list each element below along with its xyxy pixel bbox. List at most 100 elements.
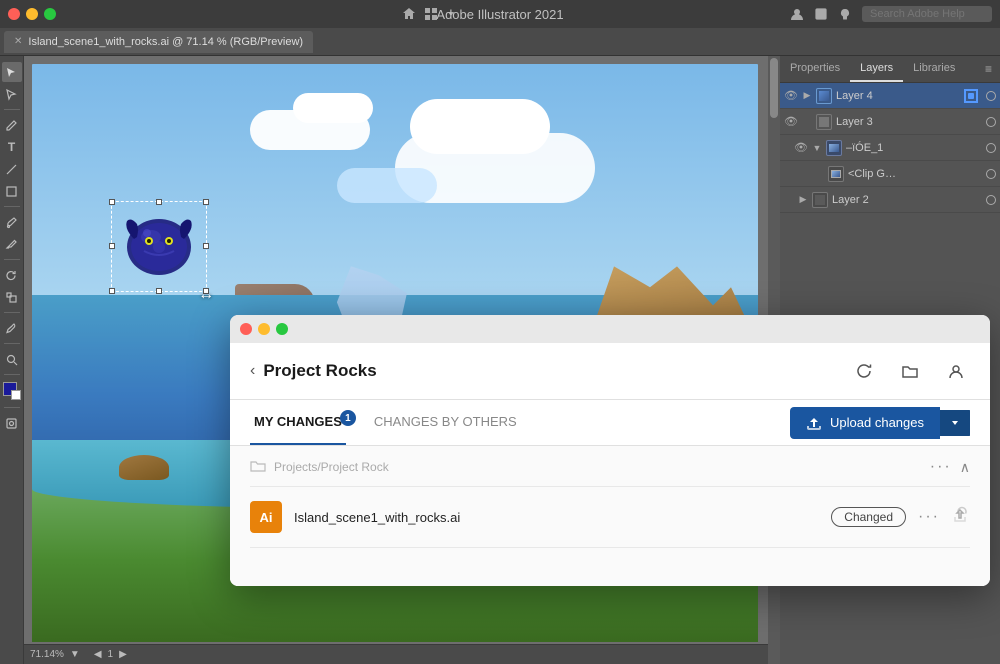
tool-separator-7 bbox=[4, 407, 20, 408]
profile-icon[interactable] bbox=[790, 7, 804, 21]
cp-filelist: Projects/Project Rock ··· ∧ Ai Island_sc… bbox=[230, 446, 990, 586]
sel-handle-bl[interactable] bbox=[109, 288, 115, 294]
cp-tab-badge: 1 bbox=[340, 410, 356, 426]
layer2-arrow[interactable]: ▶ bbox=[798, 194, 808, 205]
cp-back-button[interactable]: ‹ Project Rocks bbox=[250, 361, 377, 381]
layer-row-sub1[interactable]: 👁 ▼ –ïÓЕ_1 bbox=[780, 135, 1000, 161]
page-number: 1 bbox=[108, 649, 114, 660]
close-button[interactable] bbox=[8, 8, 20, 20]
panel-menu-icon[interactable]: ≡ bbox=[977, 56, 1000, 82]
sel-handle-mb[interactable] bbox=[156, 288, 162, 294]
tab-layers[interactable]: Layers bbox=[850, 56, 903, 82]
layer-row-clip[interactable]: <Clip G… bbox=[780, 161, 1000, 187]
sel-handle-mt[interactable] bbox=[156, 199, 162, 205]
direct-selection-tool[interactable] bbox=[2, 84, 22, 104]
layer-row-layer3[interactable]: 👁 Layer 3 bbox=[780, 109, 1000, 135]
layer4-indicator-box bbox=[964, 89, 978, 103]
cp-file-icon-text: Ai bbox=[260, 510, 273, 525]
resize-cursor: ↔ bbox=[198, 286, 214, 304]
cp-file-row[interactable]: Ai Island_scene1_with_rocks.ai Changed ·… bbox=[250, 487, 970, 548]
window-icon[interactable] bbox=[814, 7, 828, 21]
rotate-tool[interactable] bbox=[2, 265, 22, 285]
layer4-eye[interactable]: 👁 bbox=[784, 89, 798, 102]
selection-tool[interactable] bbox=[2, 62, 22, 82]
fill-color[interactable] bbox=[3, 382, 21, 400]
selection-box bbox=[111, 201, 207, 292]
screen-mode[interactable] bbox=[2, 413, 22, 433]
selected-gem-object[interactable]: ↔ bbox=[119, 209, 199, 284]
sub1-thumb bbox=[826, 140, 842, 156]
cp-profile-icon[interactable] bbox=[942, 357, 970, 385]
scrollbar-thumb[interactable] bbox=[770, 58, 778, 118]
layer3-eye[interactable]: 👁 bbox=[784, 115, 798, 128]
traffic-lights bbox=[8, 8, 56, 20]
sel-handle-ml[interactable] bbox=[109, 243, 115, 249]
cp-path-collapse-icon[interactable]: ∧ bbox=[960, 459, 970, 476]
layer2-circle bbox=[986, 195, 996, 205]
sub1-arrow[interactable]: ▼ bbox=[812, 143, 822, 153]
search-input[interactable] bbox=[862, 6, 992, 22]
file-upload-cloud-icon bbox=[950, 505, 970, 525]
sub1-name: –ïÓЕ_1 bbox=[846, 142, 982, 154]
layer2-name: Layer 2 bbox=[832, 194, 982, 206]
line-tool[interactable] bbox=[2, 159, 22, 179]
tool-separator-5 bbox=[4, 343, 20, 344]
cp-header: ‹ Project Rocks bbox=[230, 343, 990, 400]
eyedropper-tool[interactable] bbox=[2, 318, 22, 338]
layer-row-layer2[interactable]: ▶ Layer 2 bbox=[780, 187, 1000, 213]
cp-file-name: Island_scene1_with_rocks.ai bbox=[294, 510, 831, 525]
minimize-button[interactable] bbox=[26, 8, 38, 20]
layer4-arrow[interactable]: ▶ bbox=[802, 90, 812, 101]
document-tab[interactable]: ✕ Island_scene1_with_rocks.ai @ 71.14 % … bbox=[4, 31, 313, 53]
cp-refresh-icon[interactable] bbox=[850, 357, 878, 385]
upload-btn-main[interactable]: Upload changes bbox=[790, 407, 940, 439]
cp-file-upload-icon[interactable] bbox=[950, 505, 970, 530]
zoom-tool[interactable] bbox=[2, 349, 22, 369]
cp-minimize-button[interactable] bbox=[258, 323, 270, 335]
tool-separator-6 bbox=[4, 374, 20, 375]
layer4-name: Layer 4 bbox=[836, 90, 960, 102]
maximize-button[interactable] bbox=[44, 8, 56, 20]
cp-close-button[interactable] bbox=[240, 323, 252, 335]
layer-row-layer4[interactable]: 👁 ▶ Layer 4 bbox=[780, 83, 1000, 109]
cp-folder-icon[interactable] bbox=[896, 357, 924, 385]
tab-bar: ✕ Island_scene1_with_rocks.ai @ 71.14 % … bbox=[0, 28, 1000, 56]
cp-tab-my-changes[interactable]: MY CHANGES 1 bbox=[250, 400, 346, 445]
sel-handle-mr[interactable] bbox=[203, 243, 209, 249]
cp-path-more-button[interactable]: ··· bbox=[930, 458, 952, 476]
upload-btn-dropdown[interactable] bbox=[940, 410, 970, 436]
clip-name: <Clip G… bbox=[848, 168, 982, 180]
lightbulb-icon[interactable] bbox=[838, 7, 852, 21]
sub1-eye[interactable]: 👁 bbox=[794, 141, 808, 154]
upload-btn-label: Upload changes bbox=[830, 415, 924, 430]
sel-handle-tr[interactable] bbox=[203, 199, 209, 205]
scale-tool[interactable] bbox=[2, 287, 22, 307]
cloud-1b bbox=[293, 93, 373, 123]
layer4-thumb bbox=[816, 88, 832, 104]
tab-libraries[interactable]: Libraries bbox=[903, 56, 965, 82]
tab-label: Island_scene1_with_rocks.ai @ 71.14 % (R… bbox=[28, 36, 303, 48]
cloud-2b bbox=[410, 99, 550, 154]
next-page[interactable]: ▶ bbox=[119, 649, 127, 660]
rect-tool[interactable] bbox=[2, 181, 22, 201]
sel-handle-tl[interactable] bbox=[109, 199, 115, 205]
cloud-panel-titlebar bbox=[230, 315, 990, 343]
paint-brush-tool[interactable] bbox=[2, 212, 22, 232]
type-tool[interactable]: T bbox=[2, 137, 22, 157]
zoom-level: 71.14% bbox=[30, 649, 64, 660]
layer4-circle bbox=[986, 91, 996, 101]
layer2-thumb bbox=[812, 192, 828, 208]
pen-tool[interactable] bbox=[2, 115, 22, 135]
cp-tab-changes-by-others[interactable]: CHANGES BY OTHERS bbox=[370, 400, 521, 445]
home-icon[interactable] bbox=[402, 7, 416, 21]
prev-page[interactable]: ◀ bbox=[94, 649, 102, 660]
upload-changes-button[interactable]: Upload changes bbox=[790, 407, 970, 439]
tab-properties[interactable]: Properties bbox=[780, 56, 850, 82]
cp-file-more-button[interactable]: ··· bbox=[918, 508, 940, 526]
pencil-tool[interactable] bbox=[2, 234, 22, 254]
zoom-arrow-down[interactable]: ▼ bbox=[70, 649, 80, 660]
tab-close-icon[interactable]: ✕ bbox=[14, 36, 22, 47]
cp-path-folder-icon bbox=[250, 459, 266, 476]
tool-separator-3 bbox=[4, 259, 20, 260]
cp-maximize-button[interactable] bbox=[276, 323, 288, 335]
